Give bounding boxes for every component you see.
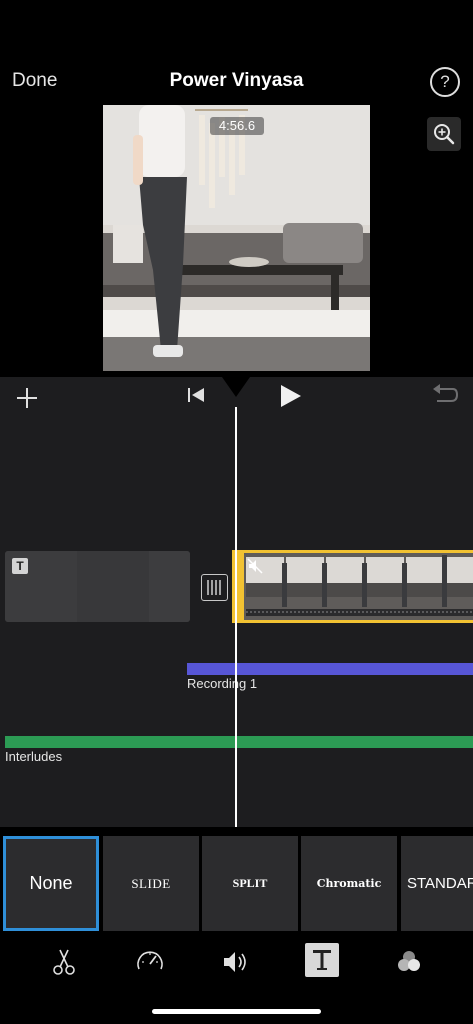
transition-button[interactable] <box>201 574 228 601</box>
help-button[interactable]: ? <box>430 67 460 97</box>
undo-button[interactable] <box>431 383 459 407</box>
volume-icon <box>224 952 246 972</box>
video-preview[interactable] <box>103 105 370 371</box>
add-media-button[interactable] <box>14 385 40 411</box>
filter-icon <box>398 951 420 971</box>
title-style-slide[interactable]: SLIDE <box>103 836 199 931</box>
speed-tool-button[interactable] <box>132 944 168 980</box>
done-button[interactable]: Done <box>12 70 57 92</box>
title-icon <box>313 950 331 970</box>
clip-trim-handle[interactable] <box>232 550 244 623</box>
zoom-in-icon <box>434 124 455 145</box>
title-clip-badge: T <box>12 558 28 574</box>
filter-tool-button[interactable] <box>391 944 427 980</box>
volume-tool-button[interactable] <box>218 944 254 980</box>
skip-to-start-button[interactable] <box>185 385 207 405</box>
zoom-button[interactable] <box>427 117 461 151</box>
skip-back-icon <box>188 388 204 402</box>
undo-icon <box>433 384 459 402</box>
home-indicator[interactable] <box>152 1009 321 1014</box>
video-clip[interactable] <box>232 550 473 623</box>
title-clip[interactable] <box>5 551 190 622</box>
recording-track-label: Recording 1 <box>187 676 258 691</box>
video-frame <box>103 105 370 371</box>
muted-icon <box>247 558 263 574</box>
rug <box>103 310 370 340</box>
playhead <box>235 407 237 827</box>
title-style-chromatic[interactable]: Chromatic <box>301 836 397 931</box>
playhead-marker <box>222 377 250 397</box>
play-icon <box>281 385 301 407</box>
music-track-label: Interludes <box>5 749 63 764</box>
transition-icon <box>207 580 221 595</box>
scissors-icon <box>53 949 75 975</box>
clip-thumbnails <box>232 553 473 620</box>
music-audio-track[interactable] <box>5 736 473 748</box>
title-tool-button[interactable] <box>305 943 339 977</box>
split-tool-button[interactable] <box>46 944 82 980</box>
plus-icon <box>17 388 37 408</box>
title-style-none[interactable]: None <box>3 836 99 931</box>
project-title: Power Vinyasa <box>169 70 304 91</box>
title-style-standard[interactable]: STANDARD <box>401 836 473 931</box>
title-style-split[interactable]: SPLIT <box>202 836 298 931</box>
recording-audio-track[interactable] <box>187 663 473 675</box>
timecode-label: 4:56.6 <box>210 117 264 135</box>
speed-icon <box>137 951 163 970</box>
play-button[interactable] <box>278 382 304 410</box>
